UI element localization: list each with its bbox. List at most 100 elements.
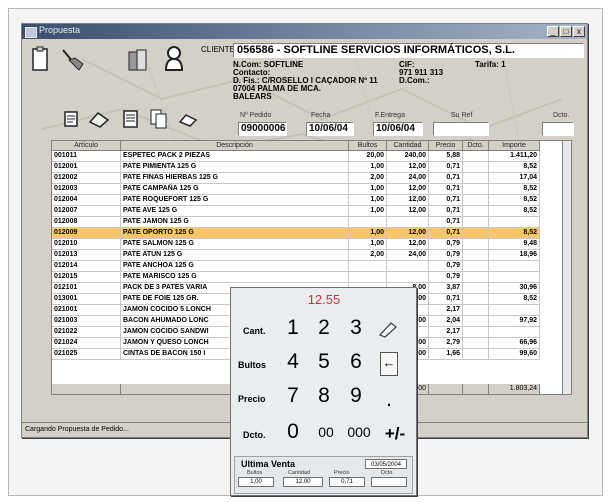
table-cell: 0,71 (429, 173, 463, 184)
bultos-label[interactable]: Bultos (238, 360, 266, 370)
table-cell (463, 162, 489, 173)
eraser-tool-icon[interactable] (178, 112, 198, 128)
close-button[interactable]: x (573, 26, 585, 37)
table-cell: 0,79 (429, 272, 463, 283)
table-cell: 8,52 (489, 294, 540, 305)
pencil-eraser-icon[interactable] (377, 320, 399, 338)
table-cell: 1,00 (349, 195, 387, 206)
grid-scrollbar[interactable] (562, 141, 571, 394)
footer-total-importe: 1.803,24 (489, 384, 540, 394)
table-cell: 012004 (52, 195, 121, 206)
table-cell: 012101 (52, 283, 121, 294)
backspace-key[interactable]: ← (380, 352, 398, 376)
table-cell: 012008 (52, 217, 121, 228)
key-7[interactable]: 7 (281, 384, 305, 408)
binder-icon[interactable] (127, 48, 149, 72)
table-cell: PATE FINAS HIERBAS 125 G (121, 173, 349, 184)
npedido-label: Nº Pedido (240, 112, 272, 119)
table-cell: 8,52 (489, 206, 540, 217)
table-cell (463, 283, 489, 294)
table-cell: 021022 (52, 327, 121, 338)
table-cell: 1.411,20 (489, 151, 540, 162)
table-cell: 9,48 (489, 239, 540, 250)
column-header[interactable]: Precio (429, 141, 463, 151)
key-5[interactable]: 5 (312, 350, 336, 374)
key-6[interactable]: 6 (344, 350, 368, 374)
table-cell (463, 184, 489, 195)
table-cell: 012014 (52, 261, 121, 272)
cant-label[interactable]: Cant. (243, 326, 266, 336)
uv-dcto-label: Dcto. (381, 470, 394, 476)
minimize-button[interactable]: _ (547, 26, 559, 37)
column-header[interactable]: Importe (489, 141, 540, 151)
keypad-display: 12.55 (307, 292, 341, 307)
table-cell: 012015 (52, 272, 121, 283)
dcto-field[interactable] (542, 122, 574, 136)
scroll-icon[interactable] (62, 109, 82, 129)
table-row[interactable]: 012013 PATE ATUN 125 G 2,00 24,00 0,79 18,96 (52, 250, 540, 261)
eraser-icon[interactable] (88, 110, 110, 128)
column-header[interactable]: Dcto. (463, 141, 489, 151)
uv-bultos-value: 1,00 (238, 477, 274, 487)
table-cell (463, 206, 489, 217)
ultima-venta-date: 03/05/2004 (365, 459, 407, 469)
dcto-key-label[interactable]: Dcto. (243, 430, 266, 440)
key-8[interactable]: 8 (312, 384, 336, 408)
grid-header: Artículo Descripción Bultos Cantidad Precio D… (52, 141, 540, 151)
table-cell: ESPETEC PACK 2 PIEZAS (121, 151, 349, 162)
table-cell: 0,79 (429, 239, 463, 250)
user-icon[interactable] (163, 45, 185, 71)
column-header[interactable]: Artículo (52, 141, 121, 151)
npedido-field[interactable]: 09000006 (238, 122, 287, 136)
document-list-icon[interactable] (122, 109, 140, 129)
key-3[interactable]: 3 (344, 316, 368, 340)
table-row[interactable]: 001011 ESPETEC PACK 2 PIEZAS 20,00 240,00 5,… (52, 151, 540, 162)
cliente-field[interactable]: 056586 - SOFTLINE SERVICIOS INFORMÁTICOS… (233, 43, 584, 58)
broom-icon[interactable] (59, 46, 85, 72)
key-1[interactable]: 1 (281, 316, 305, 340)
copy-documents-icon[interactable] (149, 108, 169, 130)
table-cell: 012002 (52, 173, 121, 184)
precio-label[interactable]: Precio (238, 394, 266, 404)
table-cell (463, 261, 489, 272)
table-cell (387, 261, 429, 272)
table-cell: 2,04 (429, 316, 463, 327)
table-row-selected[interactable]: 012009 PATE OPORTO 125 G 1,00 12,00 0,71 8,52 (52, 228, 540, 239)
table-cell: 0,71 (429, 206, 463, 217)
table-cell: 0,71 (429, 294, 463, 305)
table-row[interactable]: 012010 PATE SALMON 125 G 1,00 12,00 0,79 9,48 (52, 239, 540, 250)
key-2[interactable]: 2 (312, 316, 336, 340)
table-cell: 0,79 (429, 250, 463, 261)
table-cell: 18,96 (489, 250, 540, 261)
column-header[interactable]: Cantidad (387, 141, 429, 151)
table-cell (489, 327, 540, 338)
table-row[interactable]: 012001 PATE PIMIENTA 125 G 1,00 12,00 0,71 8,… (52, 162, 540, 173)
clipboard-icon[interactable] (31, 46, 49, 72)
key-0[interactable]: 0 (281, 420, 305, 444)
table-cell: 0,71 (429, 162, 463, 173)
table-cell: 240,00 (387, 151, 429, 162)
table-cell (463, 228, 489, 239)
table-row[interactable]: 012003 PATE CAMPAÑA 125 G 1,00 12,00 0,71 8,5… (52, 184, 540, 195)
table-row[interactable]: 012015 PATE MARISCO 125 G 0,79 (52, 272, 540, 283)
column-header[interactable]: Descripción (121, 141, 349, 151)
fentrega-field[interactable]: 10/06/04 (373, 122, 423, 136)
table-cell (387, 272, 429, 283)
table-row[interactable]: 012002 PATE FINAS HIERBAS 125 G 2,00 24,00 0… (52, 173, 540, 184)
table-row[interactable]: 012008 PATE JAMON 125 G 0,71 (52, 217, 540, 228)
maximize-button[interactable]: □ (560, 26, 572, 37)
suref-field[interactable] (433, 122, 489, 136)
table-cell: 2,17 (429, 305, 463, 316)
table-row[interactable]: 012014 PATE ANCHOA 125 G 0,79 (52, 261, 540, 272)
key-000[interactable]: 000 (342, 420, 376, 444)
table-row[interactable]: 012007 PATE AVE 125 G 1,00 12,00 0,71 8,52 (52, 206, 540, 217)
fecha-field[interactable]: 10/06/04 (306, 122, 354, 136)
column-header[interactable]: Bultos (349, 141, 387, 151)
key-plusminus[interactable]: +/- (378, 422, 412, 446)
key-9[interactable]: 9 (344, 384, 368, 408)
table-cell: 012010 (52, 239, 121, 250)
key-dot[interactable]: . (377, 388, 401, 412)
table-row[interactable]: 012004 PATE ROQUEFORT 125 G 1,00 12,00 0,71 8… (52, 195, 540, 206)
key-4[interactable]: 4 (281, 350, 305, 374)
key-00[interactable]: 00 (311, 420, 341, 444)
